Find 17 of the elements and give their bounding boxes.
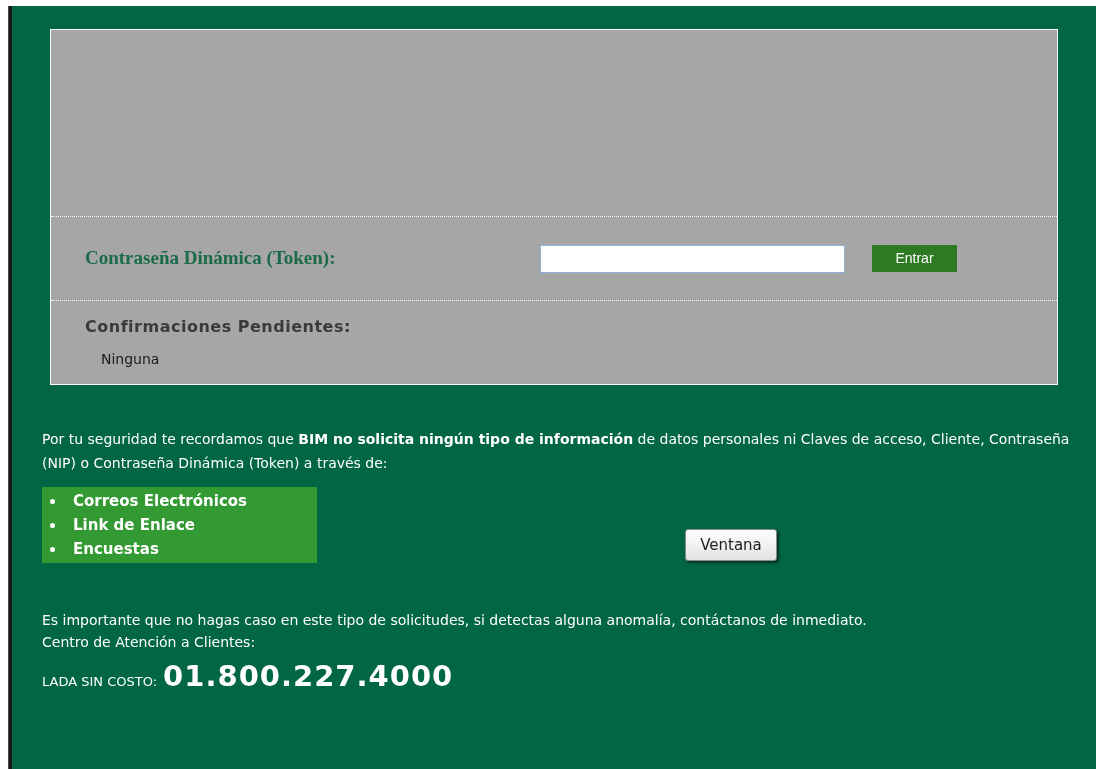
channel-item: Correos Electrónicos [73, 490, 247, 512]
contact-title: Centro de Atención a Clientes: [42, 633, 257, 652]
token-field[interactable] [540, 244, 845, 273]
pending-title: Confirmaciones Pendientes: [85, 316, 352, 338]
submit-button[interactable]: Entrar [872, 245, 957, 272]
pending-value: Ninguna [101, 350, 161, 369]
phone-number: 01.800.227.4000 [163, 658, 454, 695]
token-label: Contraseña Dinámica (Token): [85, 246, 337, 271]
bullet-icon [50, 522, 55, 528]
channel-item: Encuestas [73, 538, 159, 560]
warning-text: Es importante que no hagas caso en este tipo de solicitudes, si detectas alguna anomalía, contáctanos de inmediato. [42, 611, 868, 630]
phone-label: LADA SIN COSTO: [42, 673, 158, 691]
bullet-icon [50, 498, 55, 504]
window-button[interactable]: Ventana [685, 529, 777, 561]
bullet-icon [50, 546, 55, 552]
channel-item: Link de Enlace [73, 514, 195, 536]
security-notice: Por tu seguridad te recordamos que BIM no solicita ningún tipo de información de datos personales ni Claves de acceso, Cliente, Contraseña (NIP) o Contraseña Dinámica (Token) a través de: [42, 430, 1070, 473]
